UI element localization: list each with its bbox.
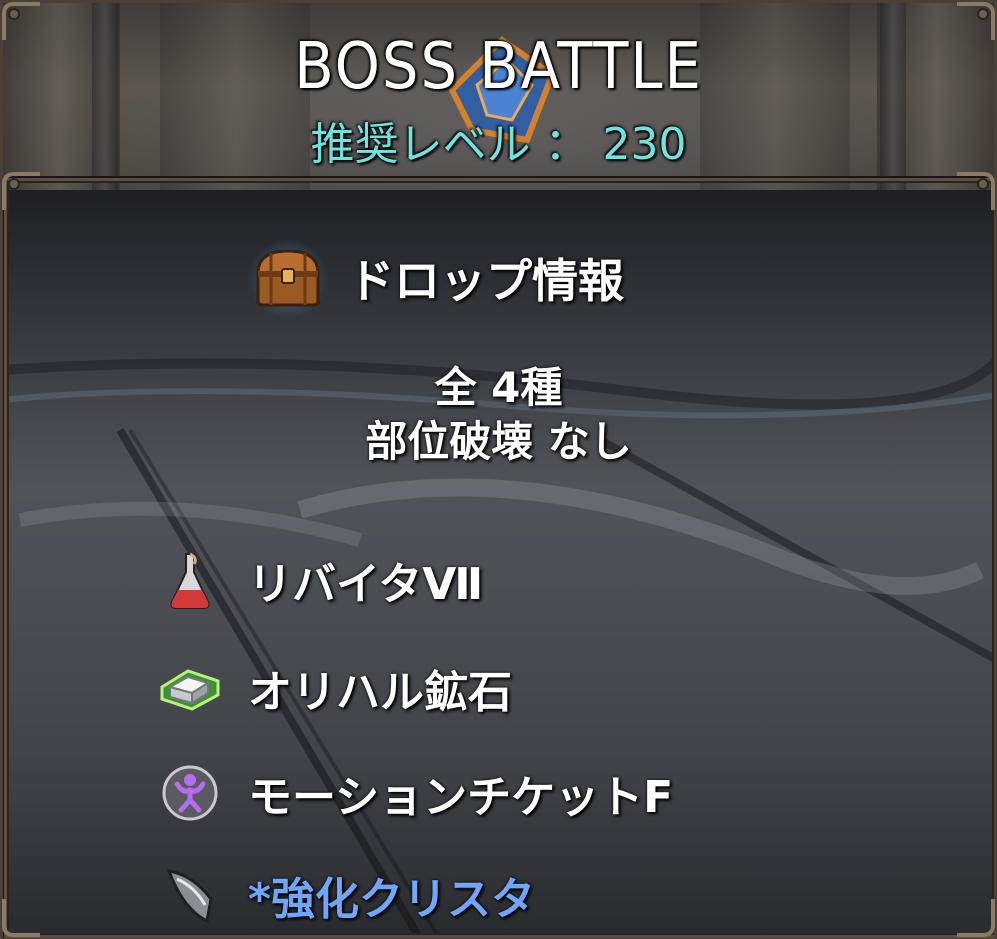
drop-item-label: *強化クリスタ xyxy=(248,874,536,925)
boss-battle-screen: BOSS BATTLE 推奨レベル ： 230 ドロップ情報 全 4種 部位破壊… xyxy=(0,0,997,939)
drop-count: 全 4種 xyxy=(434,363,563,412)
drop-info-heading: ドロップ情報 xyxy=(246,238,624,318)
drop-item-label: オリハル鉱石 xyxy=(248,667,512,718)
frame-corner-ornament xyxy=(957,899,995,937)
motion-ticket-icon xyxy=(158,761,222,825)
frame-corner-ornament xyxy=(2,172,40,210)
potion-flask-icon xyxy=(158,548,222,612)
frame-corner-ornament xyxy=(957,172,995,210)
frame-corner-ornament xyxy=(2,899,40,937)
part-break-status: 部位破壊 なし xyxy=(365,417,632,466)
drop-item-label: リバイタⅦ xyxy=(248,559,484,610)
treasure-chest-icon xyxy=(246,238,330,318)
crystal-shard-icon xyxy=(158,863,222,927)
drop-item: *強化クリスタ xyxy=(158,860,535,930)
drop-item: リバイタⅦ xyxy=(158,545,483,615)
boss-battle-title: BOSS BATTLE xyxy=(294,30,703,104)
ore-ingot-icon xyxy=(158,656,222,720)
drop-item: オリハル鉱石 xyxy=(158,653,512,723)
drop-item: モーションチケットF xyxy=(158,758,673,828)
drop-item-label: モーションチケットF xyxy=(248,772,674,823)
recommended-level: 推奨レベル ： 230 xyxy=(310,119,687,170)
drop-info-title: ドロップ情報 xyxy=(348,254,624,308)
